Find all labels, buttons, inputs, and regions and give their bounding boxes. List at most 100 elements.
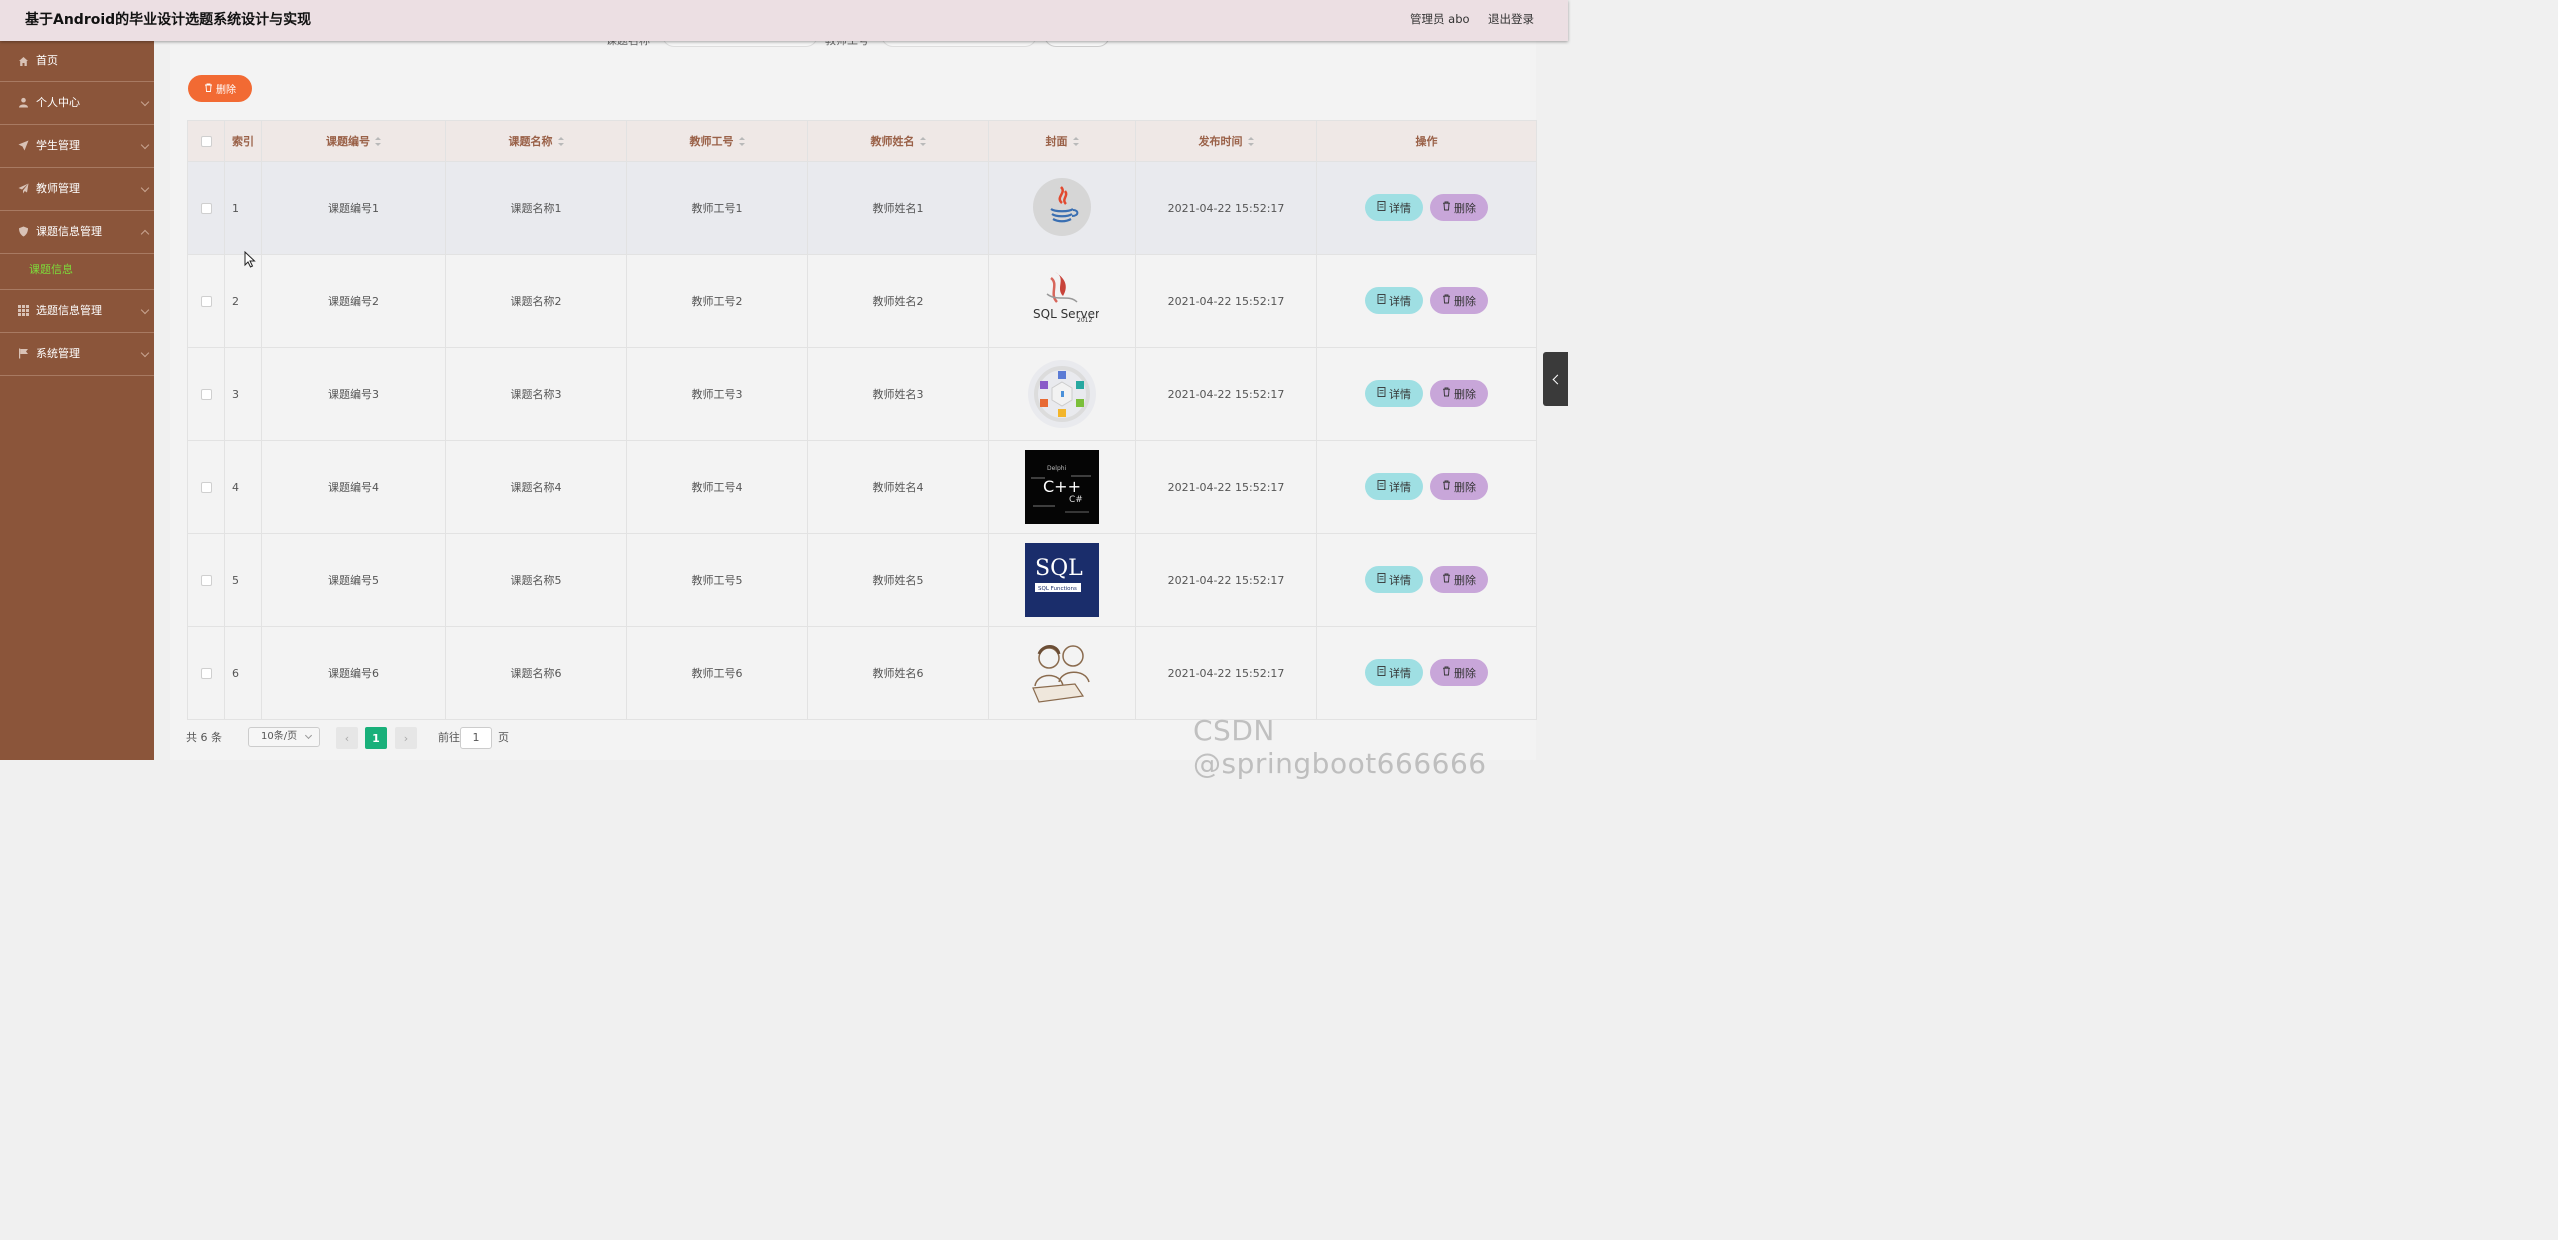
detail-button[interactable]: 详情 — [1365, 287, 1423, 314]
header-cover[interactable]: 封面 — [989, 121, 1136, 161]
cell-cover — [989, 627, 1136, 719]
delete-button[interactable]: 删除 — [1430, 566, 1488, 593]
table-row: 3 课题编号3 课题名称3 教师工号3 教师姓名3 2021-04-22 15:52:17… — [188, 348, 1537, 441]
cell-value: 教师工号5 — [691, 574, 743, 587]
goto-label: 前往 — [438, 731, 460, 744]
topic-table: 索引 课题编号 课题名称 教师工号 教师姓名 封面 发布时间 操作 1 课题编号… — [187, 120, 1537, 720]
cell-value: 2021-04-22 15:52:17 — [1167, 387, 1285, 401]
select-all-checkbox[interactable] — [200, 135, 212, 147]
cell-actions: 详情 删除 — [1317, 162, 1537, 254]
header-code[interactable]: 课题编号 — [262, 121, 446, 161]
header-label: 操作 — [1415, 135, 1438, 148]
header-teacher-id[interactable]: 教师工号 — [627, 121, 808, 161]
next-page-button[interactable]: › — [395, 727, 417, 749]
cell-teacher-name: 教师姓名4 — [808, 441, 989, 533]
cell-value: 教师工号3 — [691, 388, 743, 401]
page-number-current[interactable]: 1 — [365, 727, 387, 749]
sort-icon[interactable] — [557, 136, 564, 146]
cell-value: 2 — [232, 294, 239, 308]
sidebar-item-selection-management[interactable]: 选题信息管理 — [0, 290, 154, 333]
row-checkbox[interactable] — [200, 574, 212, 586]
detail-button-label: 详情 — [1389, 201, 1411, 215]
submenu-item-topic-info[interactable]: 课题信息 — [0, 254, 154, 286]
page-size-value: 10条/页 — [261, 731, 298, 742]
cell-teacher-name: 教师姓名5 — [808, 534, 989, 626]
logout-link[interactable]: 退出登录 — [1488, 0, 1534, 38]
side-collapse-tab[interactable] — [1543, 352, 1568, 406]
cell-value: 教师工号2 — [691, 295, 743, 308]
cell-index: 4 — [225, 441, 262, 533]
row-checkbox[interactable] — [200, 388, 212, 400]
sidebar-item-home[interactable]: 首页 — [0, 41, 154, 82]
cell-select — [188, 162, 225, 254]
page-size-select[interactable]: 10条/页 — [248, 727, 320, 747]
cell-value: 课题编号2 — [328, 295, 379, 308]
sort-icon[interactable] — [1247, 136, 1254, 146]
cell-value: 课题编号6 — [328, 667, 379, 680]
cell-cover — [989, 162, 1136, 254]
delete-button[interactable]: 删除 — [1430, 287, 1488, 314]
cell-actions: 详情 删除 — [1317, 348, 1537, 440]
row-checkbox[interactable] — [200, 481, 212, 493]
sidebar-item-teachers[interactable]: 教师管理 — [0, 168, 154, 211]
delete-button[interactable]: 删除 — [1430, 659, 1488, 686]
goto-page-input[interactable]: 1 — [460, 727, 492, 749]
row-checkbox[interactable] — [200, 202, 212, 214]
detail-button[interactable]: 详情 — [1365, 566, 1423, 593]
cell-time: 2021-04-22 15:52:17 — [1136, 441, 1317, 533]
sort-icon[interactable] — [738, 136, 745, 146]
delete-button[interactable]: 删除 — [1430, 473, 1488, 500]
trash-icon — [1442, 666, 1451, 679]
cell-actions: 详情 删除 — [1317, 627, 1537, 719]
delete-button[interactable]: 删除 — [1430, 194, 1488, 221]
header-teacher-name[interactable]: 教师姓名 — [808, 121, 989, 161]
header-name[interactable]: 课题名称 — [446, 121, 627, 161]
sidebar-item-system[interactable]: 系统管理 — [0, 333, 154, 376]
sort-icon[interactable] — [375, 136, 381, 146]
row-checkbox[interactable] — [200, 295, 212, 307]
cell-code: 课题编号1 — [262, 162, 446, 254]
cell-name: 课题名称2 — [446, 255, 627, 347]
cell-select — [188, 255, 225, 347]
top-bar: 基于Android的毕业设计选题系统设计与实现 管理员 abo 退出登录 — [0, 0, 1568, 41]
grid-icon — [18, 305, 29, 316]
cell-value: 课题编号3 — [328, 388, 379, 401]
svg-text:SQL Functions: SQL Functions — [1038, 586, 1077, 592]
cell-value: 课题名称2 — [510, 295, 562, 308]
chevron-down-icon — [304, 731, 313, 740]
cell-value: 2021-04-22 15:52:17 — [1167, 294, 1285, 308]
sort-icon[interactable] — [919, 136, 926, 146]
cell-actions: 详情 删除 — [1317, 441, 1537, 533]
sidebar: 首页 个人中心 学生管理 教师管理 课题信息管理 课题信息 选题信息管理 系统管… — [0, 41, 154, 760]
header-time[interactable]: 发布时间 — [1136, 121, 1317, 161]
delete-button[interactable]: 删除 — [1430, 380, 1488, 407]
row-checkbox[interactable] — [200, 667, 212, 679]
table-row: 1 课题编号1 课题名称1 教师工号1 教师姓名1 2021-04-22 15:52:17… — [188, 162, 1537, 255]
trash-icon — [1442, 294, 1451, 307]
delete-button-label: 删除 — [1454, 387, 1476, 401]
cell-value: 教师姓名1 — [872, 202, 924, 215]
sidebar-item-students[interactable]: 学生管理 — [0, 125, 154, 168]
cell-value: 课题编号1 — [328, 202, 379, 215]
cell-value: 4 — [232, 480, 239, 494]
header-label: 发布时间 — [1198, 135, 1243, 148]
cell-value: 2021-04-22 15:52:17 — [1167, 573, 1285, 587]
sort-icon[interactable] — [1072, 136, 1079, 146]
content-card: 课题名称 教师工号 ⌕ 查询 删除 索引 课题编 — [170, 23, 1537, 760]
cell-actions: 详情 删除 — [1317, 255, 1537, 347]
cell-value: 教师姓名3 — [872, 388, 924, 401]
detail-button-label: 详情 — [1389, 666, 1411, 680]
prev-page-button[interactable]: ‹ — [336, 727, 358, 749]
sidebar-item-profile[interactable]: 个人中心 — [0, 82, 154, 125]
sidebar-item-topic-management[interactable]: 课题信息管理 — [0, 211, 154, 254]
cell-teacher-id: 教师工号1 — [627, 162, 808, 254]
batch-delete-button[interactable]: 删除 — [188, 75, 252, 102]
cell-value: 课题名称6 — [510, 667, 562, 680]
cell-value: 2021-04-22 15:52:17 — [1167, 480, 1285, 494]
detail-button[interactable]: 详情 — [1365, 659, 1423, 686]
detail-button[interactable]: 详情 — [1365, 194, 1423, 221]
cell-value: 课题名称4 — [510, 481, 562, 494]
detail-button[interactable]: 详情 — [1365, 473, 1423, 500]
detail-button[interactable]: 详情 — [1365, 380, 1423, 407]
trash-icon — [1442, 573, 1451, 586]
